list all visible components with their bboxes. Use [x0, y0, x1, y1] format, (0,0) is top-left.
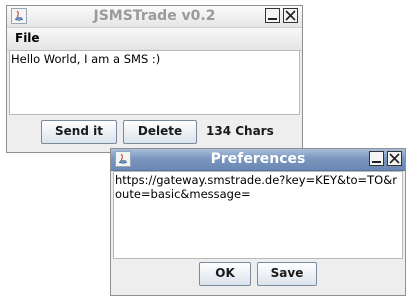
message-textarea[interactable]: Hello World, I am a SMS :) — [9, 50, 300, 115]
dialog-title: Preferences — [210, 151, 306, 167]
save-button[interactable]: Save — [257, 262, 317, 286]
menu-file[interactable]: File — [15, 31, 40, 45]
close-button[interactable] — [283, 8, 298, 23]
preferences-titlebar[interactable]: Preferences — [111, 149, 405, 171]
ok-button[interactable]: OK — [199, 262, 251, 286]
preferences-window: Preferences https://gateway.smstrade.de?… — [110, 148, 406, 296]
main-titlebar[interactable]: JSMSTrade v0.2 — [7, 6, 302, 28]
menu-bar: File — [7, 28, 302, 51]
close-button[interactable] — [387, 151, 402, 166]
window-title: JSMSTrade v0.2 — [93, 8, 216, 24]
minimize-button[interactable] — [369, 151, 384, 166]
delete-button[interactable]: Delete — [123, 120, 197, 144]
gateway-url-textarea[interactable]: https://gateway.smstrade.de?key=KEY&to=T… — [113, 171, 403, 259]
minimize-button[interactable] — [265, 8, 280, 23]
send-button[interactable]: Send it — [41, 120, 117, 144]
char-count-label: 134 Chars — [206, 124, 274, 138]
main-window: JSMSTrade v0.2 File Hello World, I am a … — [6, 5, 303, 153]
